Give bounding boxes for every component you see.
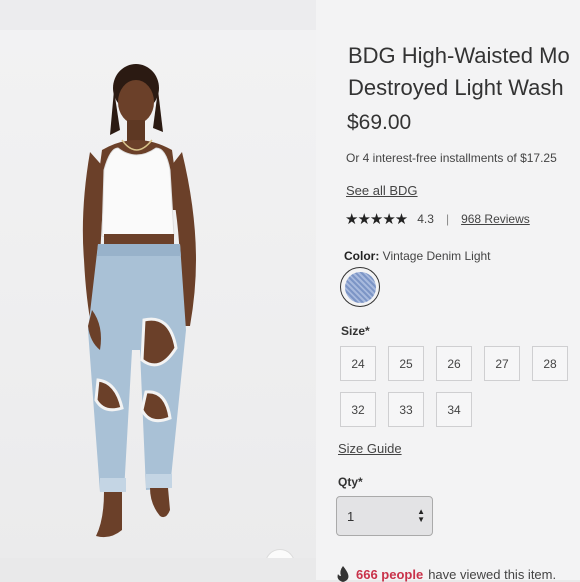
size-option[interactable]: 34 xyxy=(436,392,472,427)
star-rating-icon: ★★★★★ xyxy=(345,211,408,228)
color-label: Color: xyxy=(344,249,380,263)
color-row: Color: Vintage Denim Light xyxy=(344,249,491,263)
model-photo xyxy=(82,64,196,538)
size-option[interactable]: 28 xyxy=(532,346,568,381)
size-guide-link[interactable]: Size Guide xyxy=(338,441,402,456)
size-option[interactable]: 26 xyxy=(436,346,472,381)
size-option[interactable]: 27 xyxy=(484,346,520,381)
size-label: Size* xyxy=(341,324,370,338)
denim-swatch xyxy=(344,271,376,303)
select-arrows-icon: ▲ ▼ xyxy=(417,507,425,524)
reviews-link[interactable]: 968 Reviews xyxy=(461,212,530,226)
product-title: BDG High-Waisted Mo Destroyed Light Wash xyxy=(348,40,580,104)
viewer-text: have viewed this item. xyxy=(428,566,557,582)
product-image[interactable] xyxy=(0,30,316,558)
qty-select[interactable]: 1 ▲ ▼ xyxy=(336,496,433,536)
size-option[interactable]: 25 xyxy=(388,346,424,381)
rating-row: ★★★★★ 4.3 | 968 Reviews xyxy=(345,210,530,228)
rating-value: 4.3 xyxy=(417,212,434,226)
see-all-brand-link[interactable]: See all BDG xyxy=(346,183,418,198)
title-line-2: Destroyed Light Wash xyxy=(348,75,564,100)
qty-label: Qty* xyxy=(338,475,363,489)
size-option[interactable]: 32 xyxy=(340,392,376,427)
color-swatch-selected[interactable] xyxy=(340,267,380,307)
qty-value: 1 xyxy=(347,508,355,524)
viewer-count: 666 people xyxy=(356,566,424,582)
installments-text: Or 4 interest-free installments of $17.2… xyxy=(346,151,557,165)
size-option[interactable]: 24 xyxy=(340,346,376,381)
color-value: Vintage Denim Light xyxy=(382,249,491,263)
product-price: $69.00 xyxy=(347,111,412,134)
rating-separator: | xyxy=(445,212,450,226)
size-option[interactable]: 33 xyxy=(388,392,424,427)
title-line-1: BDG High-Waisted Mo xyxy=(348,43,570,68)
